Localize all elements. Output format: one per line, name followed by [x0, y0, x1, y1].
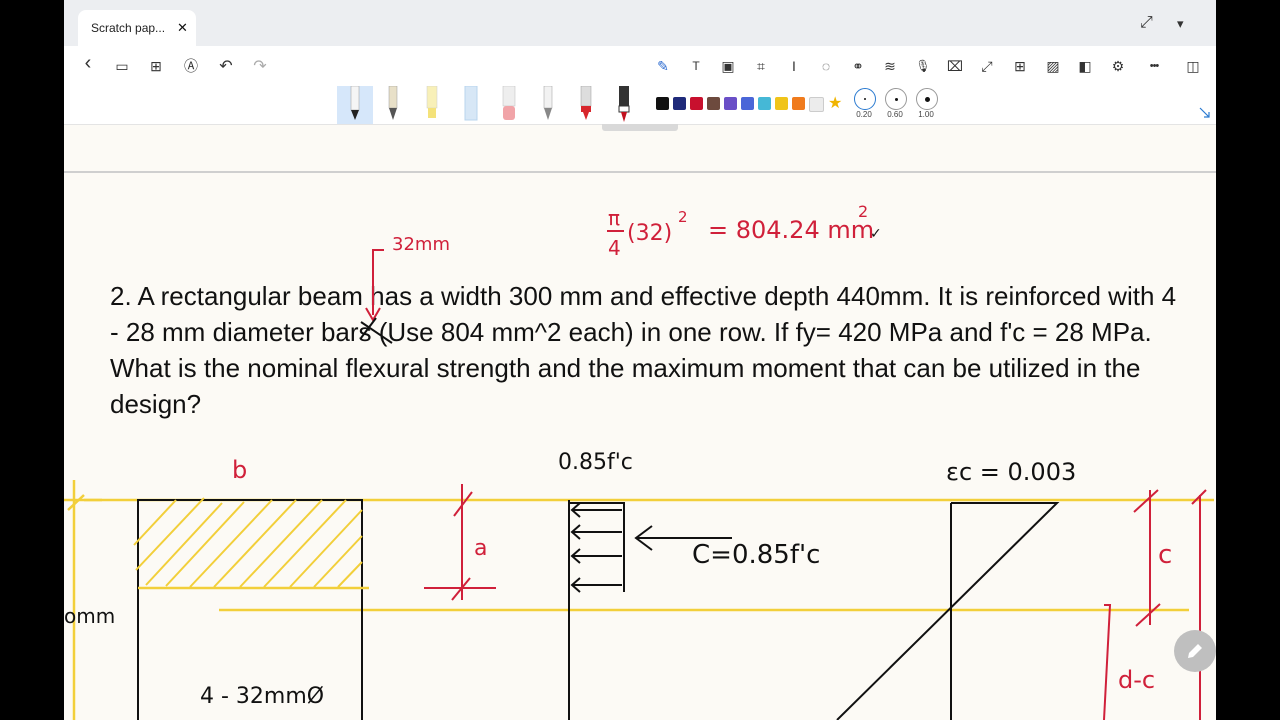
strain-label: εc = 0.003 — [946, 458, 1077, 486]
d-minus-c-label: d-c — [1118, 666, 1156, 694]
compression-zone-hatch — [133, 497, 363, 588]
stress-arrows — [570, 502, 622, 593]
edit-fab-button[interactable] — [1174, 630, 1216, 672]
exponent: 2 — [858, 202, 869, 221]
diameter-expression: (32) — [627, 221, 673, 246]
handwriting-canvas[interactable] — [64, 0, 1216, 720]
reinforcement-label: 4 - 32mmØ — [200, 684, 325, 709]
c-label: c — [1158, 540, 1173, 570]
depth-label: omm — [64, 604, 116, 628]
a-label: a — [474, 536, 488, 561]
exponent: 2 — [678, 208, 688, 226]
compression-force-label: C=0.85f'c — [692, 540, 821, 570]
pi-symbol: π — [608, 206, 621, 230]
correction-arrow — [372, 249, 384, 315]
strike-through — [360, 317, 393, 344]
strain-diagram — [836, 502, 1060, 720]
fraction-denominator: 4 — [608, 236, 621, 260]
stress-label: 0.85f'c — [558, 450, 633, 475]
stress-block — [569, 502, 625, 592]
width-b-label: b — [232, 456, 248, 484]
area-result: = 804.24 mm — [708, 216, 875, 244]
bar-size-annotation: 32mm — [392, 234, 450, 255]
notes-app-window: Scratch pap... ✕ ⤢ ▾ ‹ ▭ ⊞ Ⓐ ↶ ↷ ✎ T ▣ ⌗… — [64, 0, 1216, 720]
d-c-dimension-line — [1103, 604, 1112, 720]
c-dimension-tick — [1133, 489, 1161, 627]
pencil-edit-icon — [1188, 644, 1202, 658]
check-mark: ✓ — [870, 226, 882, 242]
